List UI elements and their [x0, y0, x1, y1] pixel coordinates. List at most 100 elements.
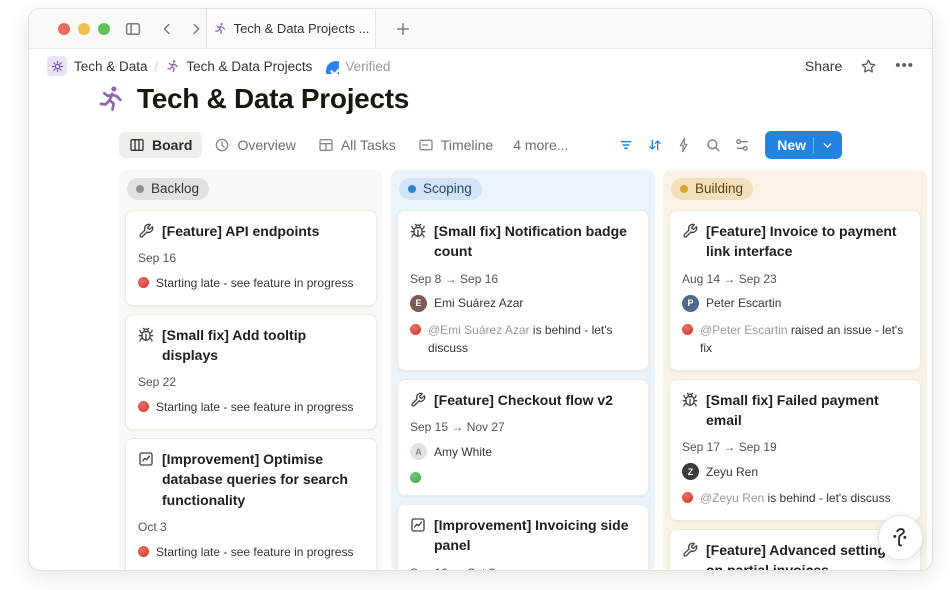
card-title: [Feature] Checkout flow v2	[434, 390, 613, 410]
column-scoping-header[interactable]: Scoping	[399, 178, 482, 200]
browser-tab[interactable]: Tech & Data Projects ...	[206, 9, 376, 48]
assignee-name: Emi Suárez Azar	[434, 296, 523, 310]
column-building-header[interactable]: Building	[671, 178, 753, 200]
share-button[interactable]: Share	[805, 58, 842, 74]
card-assignee: Z Zeyu Ren	[682, 463, 908, 480]
tab-board[interactable]: Board	[119, 132, 202, 158]
assignee-name: Peter Escartin	[706, 296, 781, 310]
new-button-label: New	[777, 137, 806, 153]
breadcrumb-workspace[interactable]: Tech & Data	[74, 59, 148, 74]
wrench-icon	[682, 223, 698, 239]
card-assignee: E Emi Suárez Azar	[410, 295, 636, 312]
sidebar-toggle-icon[interactable]	[124, 20, 142, 38]
view-controls: New	[618, 129, 842, 161]
forward-icon[interactable]	[187, 20, 205, 38]
new-button[interactable]: New	[765, 131, 842, 159]
card-invoice-payment-link[interactable]: [Feature] Invoice to payment link interf…	[669, 210, 921, 371]
search-icon[interactable]	[705, 137, 721, 153]
tab-all-tasks[interactable]: All Tasks	[308, 132, 406, 158]
app-window: Tech & Data Projects ... Tech & Data / T…	[28, 8, 933, 571]
scribble-face-icon	[889, 526, 913, 550]
column-scoping: Scoping [Small fix] Notification badge c…	[391, 170, 655, 571]
new-tab-icon[interactable]	[394, 20, 412, 38]
red-dot-icon	[138, 401, 149, 412]
verified-badge: Verified	[324, 59, 390, 74]
card-date: Sep 8 → Sep 16	[410, 272, 636, 286]
card-title: [Improvement] Invoicing side panel	[434, 515, 636, 556]
board-icon	[129, 137, 145, 153]
card-status: @Zeyu Ren is behind - let's discuss	[682, 489, 908, 508]
card-title: [Small fix] Failed payment email	[706, 390, 908, 431]
card-date: Sep 17 → Sep 19	[682, 440, 908, 454]
tab-board-label: Board	[152, 137, 192, 153]
tab-overview-label: Overview	[237, 137, 295, 153]
column-backlog-header[interactable]: Backlog	[127, 178, 209, 200]
card-failed-payment-email[interactable]: [Small fix] Failed payment email Sep 17 …	[669, 379, 921, 521]
red-dot-icon	[682, 324, 693, 335]
card-title: [Feature] Invoice to payment link interf…	[706, 221, 908, 262]
card-title: [Feature] Advanced settings on partial i…	[706, 540, 908, 571]
card-optimise-queries[interactable]: [Improvement] Optimise database queries …	[125, 438, 377, 571]
traffic-lights	[58, 23, 110, 35]
status-mention: @Emi Suárez Azar	[428, 323, 530, 337]
chart-icon	[410, 517, 426, 533]
sliders-icon[interactable]	[734, 137, 750, 153]
close-window-button[interactable]	[58, 23, 70, 35]
status-dot	[408, 185, 416, 193]
chevron-down-icon[interactable]	[821, 139, 834, 152]
star-icon[interactable]	[860, 58, 877, 75]
bolt-icon[interactable]	[676, 137, 692, 153]
sort-icon[interactable]	[647, 137, 663, 153]
avatar: E	[410, 295, 427, 312]
card-checkout-flow[interactable]: [Feature] Checkout flow v2 Sep 15 → Nov …	[397, 379, 649, 496]
card-status: @Emi Suárez Azar is behind - let's discu…	[410, 321, 636, 358]
status-dot	[136, 185, 144, 193]
more-views-button[interactable]: 4 more...	[505, 132, 576, 158]
kanban-board: Backlog [Feature] API endpoints Sep 16 S…	[119, 170, 929, 571]
chart-icon	[138, 451, 154, 467]
column-backlog: Backlog [Feature] API endpoints Sep 16 S…	[119, 170, 383, 571]
minimize-window-button[interactable]	[78, 23, 90, 35]
tab-timeline[interactable]: Timeline	[408, 132, 503, 158]
status-mention: @Zeyu Ren	[700, 491, 764, 505]
runner-icon[interactable]	[95, 84, 126, 115]
timeline-icon	[418, 137, 434, 153]
card-add-tooltip[interactable]: [Small fix] Add tooltip displays Sep 22 …	[125, 314, 377, 430]
card-status: Starting late - see feature in progress	[138, 543, 364, 562]
filter-icon[interactable]	[618, 137, 634, 153]
assignee-name: Zeyu Ren	[706, 465, 758, 479]
back-icon[interactable]	[158, 20, 176, 38]
status-text: is behind - let's discuss	[764, 491, 890, 505]
runner-icon	[213, 22, 227, 36]
column-scoping-label: Scoping	[423, 181, 472, 196]
green-dot-icon	[410, 472, 421, 483]
card-assignee: P Peter Escartin	[682, 295, 908, 312]
tab-title: Tech & Data Projects ...	[234, 21, 370, 36]
zoom-window-button[interactable]	[98, 23, 110, 35]
titlebar: Tech & Data Projects ...	[29, 9, 932, 49]
verified-label: Verified	[345, 59, 390, 74]
tab-all-tasks-label: All Tasks	[341, 137, 396, 153]
tab-overview[interactable]: Overview	[204, 132, 305, 158]
card-assignee: A Amy White	[410, 443, 636, 460]
red-dot-icon	[138, 277, 149, 288]
breadcrumb-page[interactable]: Tech & Data Projects	[186, 59, 312, 74]
status-text: Starting late - see feature in progress	[156, 398, 353, 417]
page-title[interactable]: Tech & Data Projects	[137, 83, 409, 115]
tab-timeline-label: Timeline	[441, 137, 493, 153]
bug-icon	[410, 223, 426, 239]
bug-icon	[682, 392, 698, 408]
card-api-endpoints[interactable]: [Feature] API endpoints Sep 16 Starting …	[125, 210, 377, 306]
card-invoicing-side-panel[interactable]: [Improvement] Invoicing side panel Sep 1…	[397, 504, 649, 571]
red-dot-icon	[410, 324, 421, 335]
verified-check-icon	[324, 59, 339, 74]
assistant-button[interactable]	[878, 515, 923, 560]
wrench-icon	[682, 542, 698, 558]
runner-icon	[165, 59, 180, 74]
card-notification-badge[interactable]: [Small fix] Notification badge count Sep…	[397, 210, 649, 371]
red-dot-icon	[682, 492, 693, 503]
card-title: [Improvement] Optimise database queries …	[162, 449, 364, 510]
more-options-icon[interactable]: •••	[895, 61, 914, 71]
card-status	[410, 469, 636, 483]
workspace-gear-icon[interactable]	[47, 56, 67, 76]
